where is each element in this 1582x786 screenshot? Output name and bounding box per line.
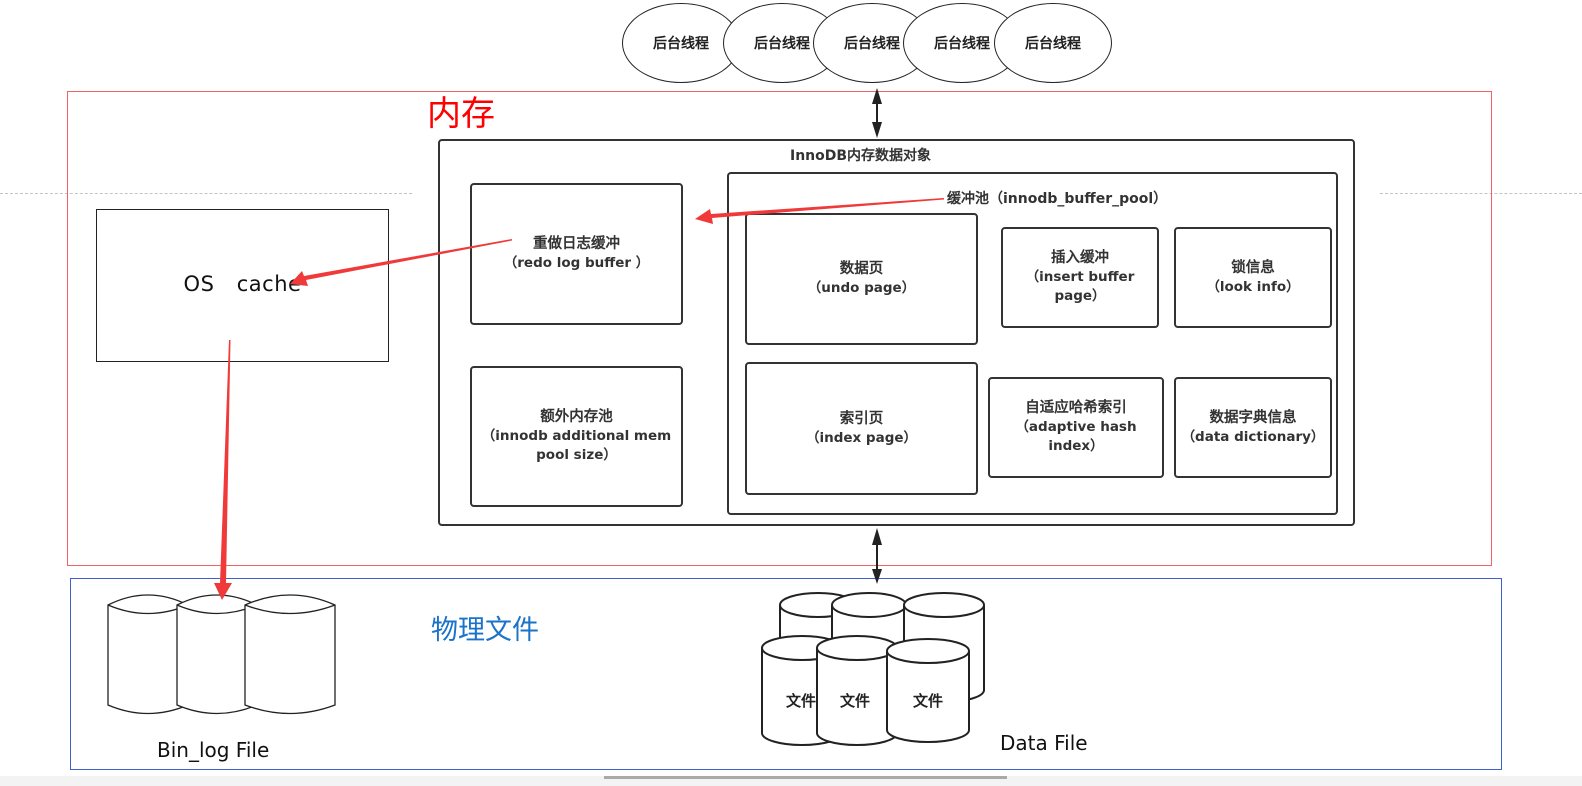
- buffer-pool-item-adaptive-hash-index: 自适应哈希索引 （adaptive hash index）: [988, 377, 1164, 478]
- buffer-pool-item-cn: 插入缓冲: [1051, 250, 1109, 266]
- additional-mem-pool-en-line1: （innodb additional mem: [481, 428, 672, 444]
- os-cache-label: OS cache: [183, 272, 302, 296]
- buffer-pool-item-undo-page: 数据页 （undo page）: [745, 213, 978, 345]
- additional-mem-pool-box: 额外内存池 （innodb additional mem pool size）: [470, 366, 683, 507]
- innodb-memory-title: InnoDB内存数据对象: [790, 148, 932, 164]
- buffer-pool-item-index-page: 索引页 （index page）: [745, 362, 978, 495]
- redo-log-buffer-cn: 重做日志缓冲: [533, 236, 620, 252]
- buffer-pool-item-cn: 数据页: [839, 261, 884, 277]
- os-cache-box: OS cache: [96, 209, 389, 362]
- binlog-file-label: Bin_log File: [157, 738, 270, 762]
- redo-log-buffer-en: （redo log buffer ）: [503, 255, 650, 271]
- physical-files-region: [70, 578, 1502, 770]
- buffer-pool-item-insert-buffer: 插入缓冲 （insert buffer page）: [1001, 227, 1159, 328]
- redo-log-buffer-box: 重做日志缓冲 （redo log buffer ）: [470, 183, 683, 325]
- buffer-pool-item-data-dictionary: 数据字典信息 （data dictionary）: [1174, 377, 1332, 478]
- additional-mem-pool-en-line2: pool size）: [536, 447, 617, 463]
- background-thread-label: 后台线程: [754, 36, 810, 52]
- buffer-pool-item-cn: 数据字典信息: [1209, 409, 1297, 426]
- buffer-pool-item-en: （undo page）: [807, 280, 916, 296]
- background-thread-label: 后台线程: [1025, 36, 1081, 52]
- background-thread-label: 后台线程: [934, 36, 990, 52]
- buffer-pool-item-lock-info: 锁信息 （look info）: [1174, 227, 1332, 328]
- additional-mem-pool-cn: 额外内存池: [540, 409, 613, 425]
- background-thread: 后台线程: [994, 3, 1112, 83]
- buffer-pool-item-en: （insert buffer page）: [1025, 269, 1135, 304]
- background-thread-label: 后台线程: [653, 36, 709, 52]
- background-thread-label: 后台线程: [844, 36, 900, 52]
- buffer-pool-item-en: （adaptive hash index）: [1015, 419, 1137, 454]
- horizontal-scrollbar-thumb[interactable]: [604, 776, 1007, 779]
- background-threads: 后台线程 后台线程 后台线程 后台线程 后台线程: [622, 3, 1114, 85]
- buffer-pool-item-en: （data dictionary）: [1181, 428, 1325, 445]
- memory-region-label: 内存: [427, 94, 495, 134]
- data-file-label: Data File: [1000, 731, 1088, 755]
- buffer-pool-item-cn: 索引页: [839, 410, 884, 427]
- buffer-pool-item-cn: 锁信息: [1231, 259, 1275, 276]
- buffer-pool-title: 缓冲池（innodb_buffer_pool）: [947, 191, 1168, 207]
- physical-files-label: 物理文件: [431, 615, 539, 646]
- buffer-pool-item-en: （look info）: [1206, 278, 1300, 295]
- buffer-pool-item-cn: 自适应哈希索引: [1025, 400, 1127, 416]
- buffer-pool-item-en: （index page）: [805, 429, 918, 446]
